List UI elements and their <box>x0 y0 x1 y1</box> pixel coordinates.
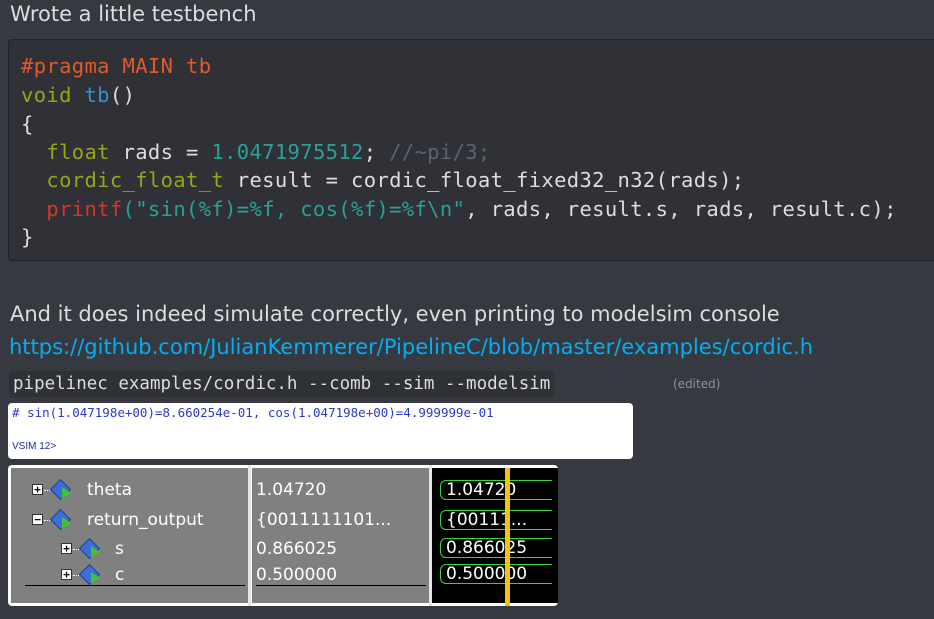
output-arrow-icon <box>62 487 71 499</box>
signal-value: {0011111101... <box>256 510 392 530</box>
code-line-7: } <box>21 225 34 249</box>
signal-value: 1.04720 <box>256 480 327 500</box>
followup-message: And it does indeed simulate correctly, e… <box>10 302 780 326</box>
code-block: #pragma MAIN tb void tb() { float rads =… <box>8 39 934 261</box>
output-arrow-icon <box>91 546 100 558</box>
expand-icon[interactable]: + <box>32 484 43 495</box>
github-link[interactable]: https://github.com/JulianKemmerer/Pipeli… <box>9 335 813 359</box>
close-brace: } <box>21 225 34 249</box>
expand-icon[interactable]: + <box>61 569 72 580</box>
tb-function-name: tb <box>84 83 110 107</box>
signal-name: theta <box>87 480 132 500</box>
collapse-icon[interactable]: − <box>32 514 43 525</box>
code-line-4: float rads = 1.0471975512; //~pi/3; <box>21 140 491 164</box>
signal-names-pane: + theta − return_output + s + c <box>11 468 249 603</box>
wave-value: 0.866025 <box>446 538 528 558</box>
time-cursor[interactable] <box>505 468 510 606</box>
console-prompt: VSIM 12> <box>12 441 57 452</box>
signal-name: return_output <box>87 510 204 530</box>
divider <box>25 585 245 586</box>
wave-pane: 1.04720 {00111... 0.866025 0.500000 <box>432 468 558 603</box>
code-line-1: #pragma MAIN tb <box>21 54 211 78</box>
console-screenshot: # sin(1.047198e+00)=8.660254e-01, cos(1.… <box>8 403 633 459</box>
signal-row-return-output: − return_output <box>11 508 249 534</box>
format-string: ("sin(%f)=%f, cos(%f)=%f\n" <box>122 197 466 221</box>
printf-function: printf <box>46 197 123 221</box>
rads-literal: 1.0471975512 <box>211 140 364 164</box>
void-keyword: void <box>21 83 72 107</box>
signal-value: 0.866025 <box>256 539 338 559</box>
waveform-screenshot: + theta − return_output + s + c 1.04720 … <box>8 465 558 606</box>
divider <box>256 585 426 586</box>
code-line-3: { <box>21 112 34 136</box>
float-keyword: float <box>46 140 110 164</box>
output-arrow-icon <box>62 517 71 529</box>
console-output: # sin(1.047198e+00)=8.660254e-01, cos(1.… <box>12 405 494 420</box>
wave-value: 0.500000 <box>446 564 528 584</box>
parens: () <box>109 83 136 107</box>
wave-value: {00111... <box>446 510 528 530</box>
pi-comment: //~pi/3; <box>389 140 491 164</box>
signal-name: c <box>115 565 125 585</box>
rads-assign: rads = <box>109 140 212 164</box>
intro-message: Wrote a little testbench <box>10 2 257 26</box>
code-line-5: cordic_float_t result = cordic_float_fix… <box>21 168 744 192</box>
signal-name: s <box>115 539 124 559</box>
open-brace: { <box>21 112 34 136</box>
pragma-directive: #pragma MAIN tb <box>21 54 212 78</box>
cordic-type: cordic_float_t <box>46 168 225 192</box>
code-line-2: void tb() <box>21 83 135 107</box>
printf-args: , rads, result.s, rads, result.c); <box>465 197 897 221</box>
signal-values-pane: 1.04720 {0011111101... 0.866025 0.500000 <box>252 468 430 603</box>
signal-value: 0.500000 <box>256 565 338 585</box>
code-line-6: printf("sin(%f)=%f, cos(%f)=%f\n", rads,… <box>21 197 897 221</box>
semicolon: ; <box>363 140 390 164</box>
result-assign: result = cordic_float_fixed32_n32(rads); <box>224 168 745 192</box>
inline-command: pipelinec examples/cordic.h --comb --sim… <box>9 371 555 397</box>
output-arrow-icon <box>91 572 100 584</box>
expand-icon[interactable]: + <box>61 543 72 554</box>
signal-row-theta: + theta <box>11 478 249 504</box>
edited-label: (edited) <box>673 377 721 391</box>
signal-row-s: + s <box>11 537 249 563</box>
